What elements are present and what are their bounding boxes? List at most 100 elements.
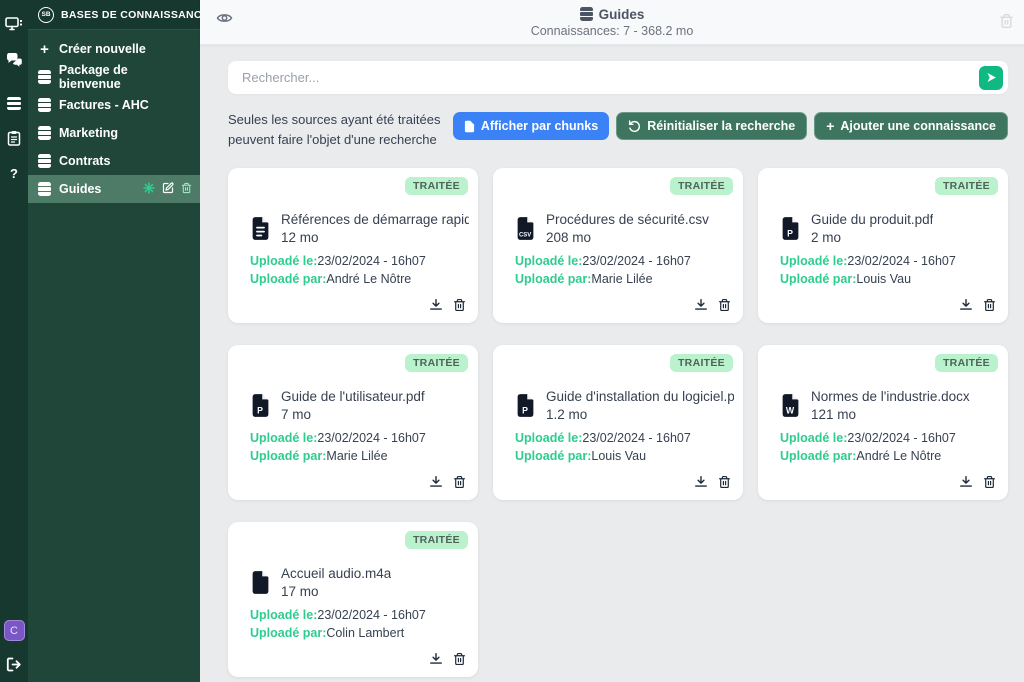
svg-text:P: P (522, 406, 528, 416)
knowledge-card[interactable]: TRAITÉE P Guide d'installation du logici… (493, 345, 743, 500)
app-logo: SB (38, 7, 54, 23)
file-row: P Guide d'installation du logiciel.p… 1.… (505, 389, 731, 422)
status-badge: TRAITÉE (405, 177, 468, 195)
status-badge: TRAITÉE (670, 177, 733, 195)
knowledge-grid: TRAITÉE Références de démarrage rapid… 1… (228, 168, 1008, 677)
app-window: ? C SB BASES DE CONNAISSANCES + Créer no… (0, 0, 1024, 682)
sidebar-item-actions (143, 182, 192, 197)
plus-icon: + (826, 119, 834, 133)
svg-text:CSV: CSV (519, 233, 531, 239)
show-chunks-button[interactable]: Afficher par chunks (453, 112, 609, 140)
file-size: 1.2 mo (546, 407, 734, 422)
download-icon[interactable] (429, 298, 443, 312)
delete-icon[interactable] (453, 475, 466, 489)
uploaded-by: Louis Vau (856, 272, 911, 286)
sidebar-item-label: Guides (59, 182, 101, 196)
knowledge-card[interactable]: TRAITÉE P Guide du produit.pdf 2 mo (758, 168, 1008, 323)
download-icon[interactable] (429, 652, 443, 666)
toolbar: Afficher par chunks Réinitialiser la rec… (453, 112, 1008, 140)
knowledge-base-icon (38, 70, 51, 84)
search-bar (228, 61, 1008, 94)
uploaded-date-label: Uploadé le: (780, 431, 847, 445)
download-icon[interactable] (694, 475, 708, 489)
add-knowledge-button[interactable]: + Ajouter une connaissance (814, 112, 1008, 140)
search-submit-button[interactable] (979, 66, 1003, 90)
delete-icon[interactable] (718, 298, 731, 312)
knowledge-card[interactable]: TRAITÉE W Normes de l'industrie.docx 121… (758, 345, 1008, 500)
uploaded-by-label: Uploadé par: (250, 449, 326, 463)
sidebar: SB BASES DE CONNAISSANCES + Créer nouvel… (28, 0, 200, 682)
reset-icon (628, 120, 641, 133)
download-icon[interactable] (429, 475, 443, 489)
file-name: Guide d'installation du logiciel.p… (546, 389, 734, 404)
trash-icon[interactable] (999, 13, 1014, 34)
file-icon (250, 570, 271, 595)
file-row: Accueil audio.m4a 17 mo (240, 566, 466, 599)
logout-icon[interactable] (6, 657, 22, 672)
clipboard-icon[interactable] (7, 130, 21, 146)
delete-icon[interactable] (181, 182, 192, 197)
uploaded-by-label: Uploadé par: (250, 626, 326, 640)
file-size: 12 mo (281, 230, 469, 245)
knowledge-count: Connaissances: 7 - 368.2 mo (531, 24, 694, 38)
card-actions (959, 475, 996, 490)
sidebar-item-contrats[interactable]: + Contrats (28, 147, 200, 175)
sidebar-item-marketing[interactable]: + Marketing (28, 119, 200, 147)
knowledge-card[interactable]: TRAITÉE P Guide de l'utilisateur.pdf 7 m… (228, 345, 478, 500)
csv-icon: CSV (515, 216, 536, 241)
delete-icon[interactable] (983, 298, 996, 312)
reset-search-button[interactable]: Réinitialiser la recherche (616, 112, 807, 140)
search-input[interactable] (228, 61, 1008, 94)
card-actions (959, 298, 996, 313)
knowledge-card[interactable]: TRAITÉE Références de démarrage rapid… 1… (228, 168, 478, 323)
uploaded-date: 23/02/2024 - 16h07 (582, 431, 690, 445)
chat-icon[interactable] (6, 52, 23, 67)
download-icon[interactable] (959, 475, 973, 489)
page-title: Guides (580, 7, 645, 22)
status-badge: TRAITÉE (935, 354, 998, 372)
status-badge: TRAITÉE (935, 177, 998, 195)
uploaded-date: 23/02/2024 - 16h07 (847, 431, 955, 445)
monitor-icon[interactable] (5, 16, 23, 32)
file-size: 121 mo (811, 407, 970, 422)
file-name: Références de démarrage rapid… (281, 212, 469, 227)
main-header: Guides Connaissances: 7 - 368.2 mo (200, 0, 1024, 45)
svg-text:P: P (787, 229, 793, 239)
download-icon[interactable] (694, 298, 708, 312)
svg-text:P: P (257, 406, 263, 416)
uploaded-date-label: Uploadé le: (515, 431, 582, 445)
book-icon[interactable] (7, 87, 21, 110)
delete-icon[interactable] (718, 475, 731, 489)
uploaded-by-label: Uploadé par: (515, 272, 591, 286)
sidebar-item-factures-ahc[interactable]: + Factures - AHC (28, 91, 200, 119)
sidebar-item-guides[interactable]: + Guides (28, 175, 200, 203)
uploaded-by: Colin Lambert (326, 626, 404, 640)
help-icon[interactable]: ? (10, 166, 18, 181)
file-name: Guide de l'utilisateur.pdf (281, 389, 425, 404)
sidebar-item-label: Package de bienvenue (59, 63, 192, 91)
sidebar-item-package-de-bienvenue[interactable]: + Package de bienvenue (28, 63, 200, 91)
send-icon (985, 71, 998, 84)
status-badge: TRAITÉE (405, 531, 468, 549)
uploaded-by-label: Uploadé par: (515, 449, 591, 463)
delete-icon[interactable] (453, 652, 466, 666)
knowledge-card[interactable]: TRAITÉE CSV Procédures de sécurité.csv 2… (493, 168, 743, 323)
delete-icon[interactable] (453, 298, 466, 312)
pdf-icon: P (515, 393, 536, 418)
sidebar-item-label: Factures - AHC (59, 98, 149, 112)
download-icon[interactable] (959, 298, 973, 312)
edit-icon[interactable] (162, 182, 174, 197)
knowledge-base-icon (38, 126, 51, 140)
user-avatar[interactable]: C (4, 620, 25, 641)
sidebar-item-créer-nouvelle[interactable]: + Créer nouvelle (28, 35, 200, 63)
gear-icon[interactable] (143, 182, 155, 197)
doc-icon (250, 216, 271, 241)
sidebar-item-label: Contrats (59, 154, 110, 168)
knowledge-card[interactable]: TRAITÉE Accueil audio.m4a 17 mo (228, 522, 478, 677)
delete-icon[interactable] (983, 475, 996, 489)
uploaded-by: André Le Nôtre (856, 449, 941, 463)
uploaded-by: André Le Nôtre (326, 272, 411, 286)
card-actions (694, 298, 731, 313)
eye-icon[interactable] (216, 11, 233, 30)
uploaded-by-label: Uploadé par: (780, 272, 856, 286)
